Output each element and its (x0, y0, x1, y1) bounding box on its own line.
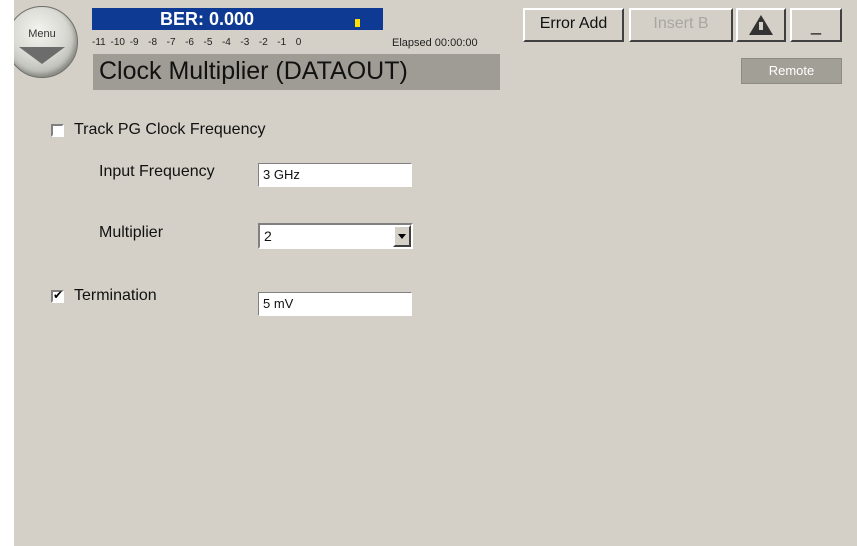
page-title: Clock Multiplier (DATAOUT) (99, 57, 408, 85)
termination-label: Termination (74, 287, 157, 304)
page-title-bar: Clock Multiplier (DATAOUT) (93, 54, 500, 90)
elapsed-time: Elapsed 00:00:00 (392, 37, 478, 49)
dropdown-arrow-button[interactable] (393, 225, 411, 247)
minimize-button[interactable]: _ (790, 8, 842, 42)
error-add-button[interactable]: Error Add (523, 8, 624, 42)
termination-field[interactable]: 5 mV (258, 292, 412, 316)
checkmark-icon: ✔ (53, 288, 64, 302)
ber-marker-icon (355, 19, 360, 27)
track-pg-checkbox[interactable] (51, 124, 64, 137)
dropdown-arrow-icon (398, 234, 406, 239)
insert-b-button[interactable]: Insert B (629, 8, 733, 42)
ber-panel: BER: 0.000 (92, 8, 383, 30)
input-frequency-field[interactable]: 3 GHz (258, 163, 412, 187)
multiplier-select[interactable]: 2 (258, 223, 413, 249)
ber-scale: -11 -10 -9 -8 -7 -6 -5 -4 -3 -2 -1 0 (92, 37, 302, 48)
termination-checkbox[interactable]: ✔ (51, 288, 64, 303)
multiplier-value: 2 (264, 228, 272, 244)
multiplier-label: Multiplier (99, 224, 164, 241)
remote-status: Remote (741, 58, 842, 84)
warning-button[interactable] (736, 8, 786, 42)
menu-button[interactable]: Menu (14, 6, 78, 78)
menu-arrow-icon (19, 47, 65, 64)
menu-label: Menu (28, 28, 56, 40)
track-pg-label: Track PG Clock Frequency (74, 121, 266, 138)
warning-icon-exclamation (759, 22, 763, 30)
input-frequency-label: Input Frequency (99, 163, 215, 180)
ber-readout: BER: 0.000 (159, 9, 255, 29)
app-window: Menu BER: 0.000 -11 -10 -9 -8 -7 -6 -5 -… (14, 0, 857, 546)
header: Menu BER: 0.000 -11 -10 -9 -8 -7 -6 -5 -… (14, 0, 857, 92)
